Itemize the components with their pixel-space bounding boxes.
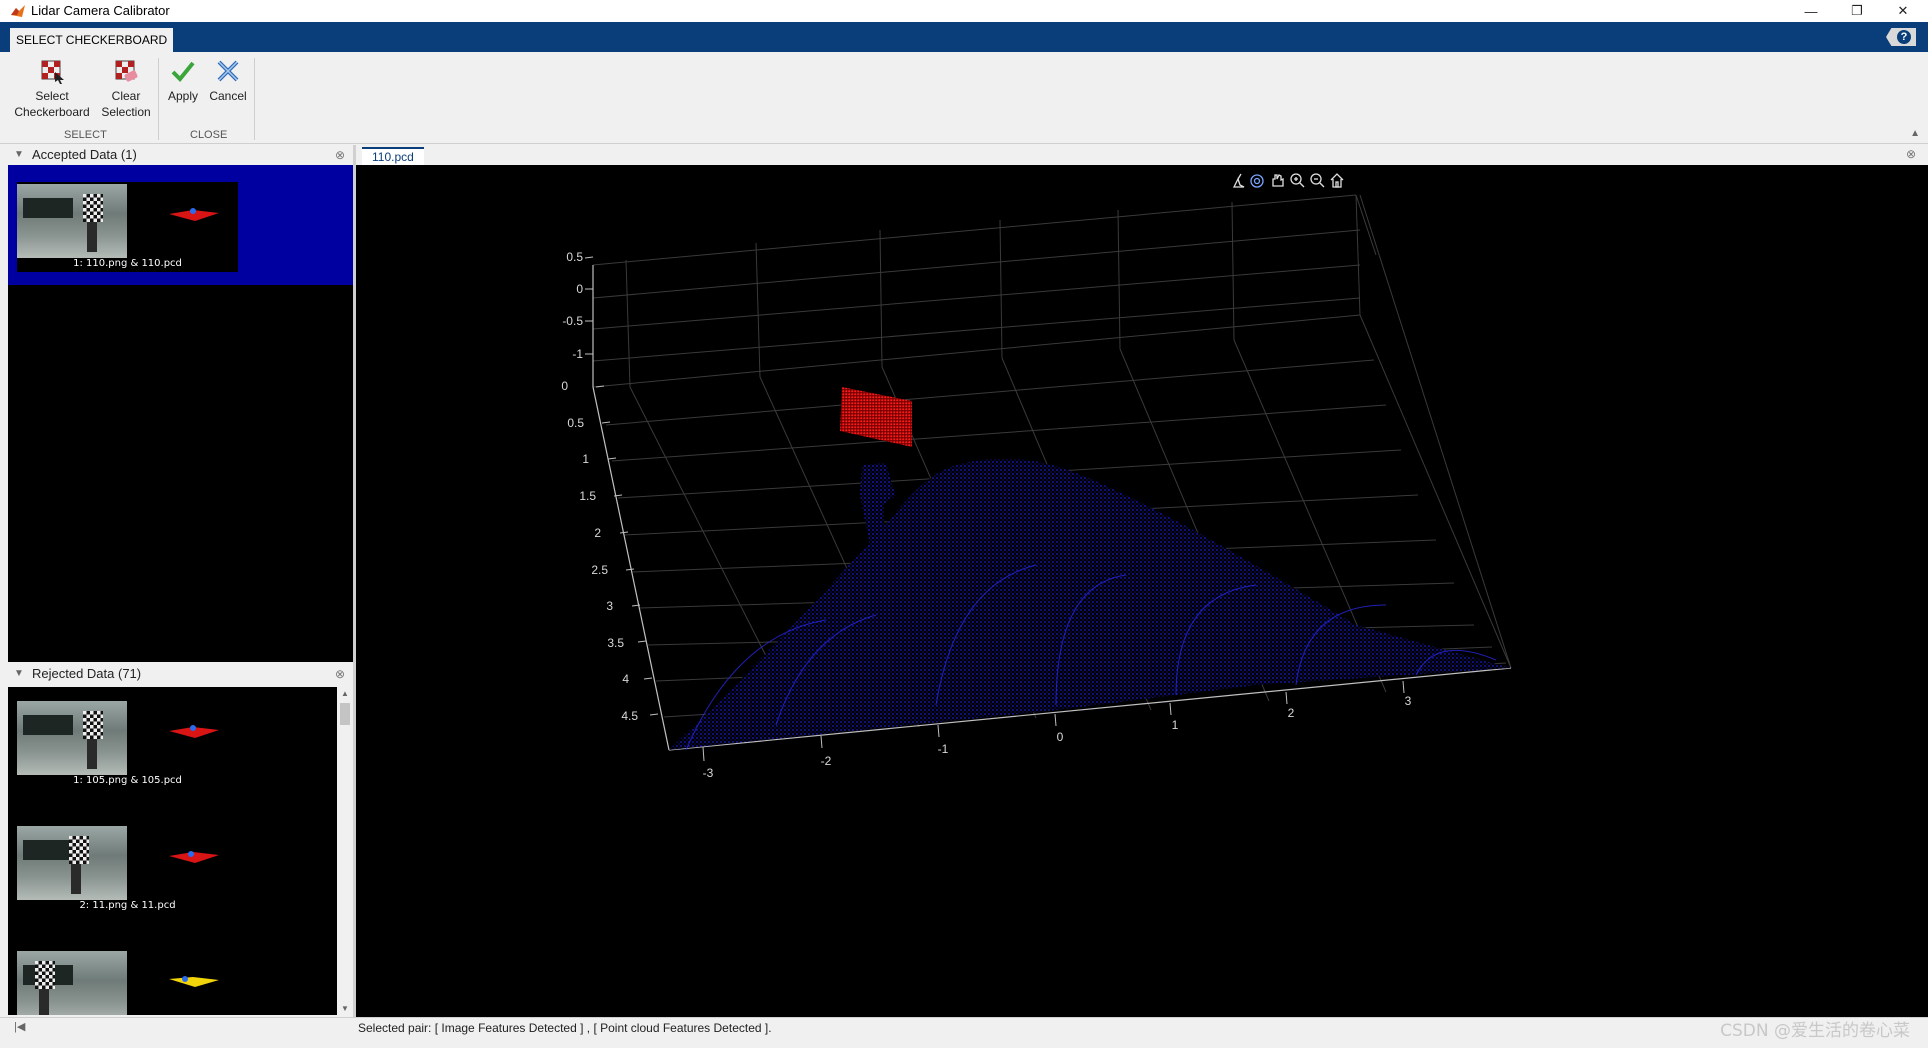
pointcloud-thumbnail [169, 851, 219, 863]
x-tick-label: 1 [1172, 718, 1179, 732]
x-tick-label: 0 [1057, 730, 1064, 744]
clear-selection-icon [115, 60, 138, 82]
camera-image-thumbnail [17, 826, 127, 900]
apply-label: Apply [167, 89, 199, 103]
cancel-label: Cancel [209, 89, 247, 103]
camera-image-thumbnail [17, 701, 127, 775]
toolstrip-separator [254, 58, 255, 140]
minimize-button[interactable]: — [1788, 0, 1834, 22]
z-tick-label: -0.5 [562, 314, 583, 328]
collapse-triangle-icon[interactable]: ▼ [14, 145, 24, 165]
brush-icon[interactable] [1232, 173, 1245, 188]
x-tick-label: -1 [938, 742, 949, 756]
cancel-x-icon [217, 60, 239, 82]
pointcloud-3d-axes[interactable]: 0.5 0 -0.5 -1 0 0.5 1 1.5 2 2.5 3 3.5 4 … [356, 165, 1928, 1017]
close-window-button[interactable]: ✕ [1880, 0, 1926, 22]
accepted-data-header[interactable]: ▼ Accepted Data (1) ⊗ [8, 145, 353, 165]
y-tick-label: 3 [606, 599, 613, 613]
toolstrip-separator [158, 58, 159, 140]
y-tick-label: 2.5 [591, 563, 608, 577]
app-window: Lidar Camera Calibrator — ❐ ✕ SELECT CHE… [0, 0, 1928, 1048]
y-tick-label: 1 [582, 452, 589, 466]
y-tick-label: 0 [561, 379, 568, 393]
collapse-triangle-icon[interactable]: ▼ [14, 664, 24, 684]
rejected-data-list: 1: 105.png & 105.pcd 2: 11.png & 11.pcd [8, 687, 353, 1015]
panel-close-icon[interactable]: ⊗ [335, 664, 345, 684]
collapse-toolstrip-icon[interactable]: ▲ [1910, 128, 1920, 139]
zoom-in-icon[interactable] [1290, 173, 1305, 188]
tab-select-checkerboard[interactable]: SELECT CHECKERBOARD [10, 28, 174, 52]
camera-image-thumbnail [17, 184, 127, 258]
clear-selection-label: Clear Selection [101, 89, 151, 119]
zoom-out-icon[interactable] [1310, 173, 1325, 188]
group-label-select: SELECT [64, 129, 107, 141]
watermark: CSDN @爱生活的卷心菜 [1720, 1021, 1910, 1041]
title-bar: Lidar Camera Calibrator — ❐ ✕ [0, 0, 1928, 22]
clear-selection-button[interactable]: Clear Selection [96, 58, 156, 120]
pointcloud-thumbnail [169, 725, 219, 738]
camera-image-thumbnail [17, 951, 127, 1015]
figure-tab-strip: 110.pcd ⊗ [356, 145, 1928, 165]
rejected-list-scrollbar[interactable]: ▲ ▼ [337, 687, 353, 1015]
y-tick-label: 3.5 [607, 636, 624, 650]
matlab-logo-icon [11, 5, 25, 17]
accepted-item-selected[interactable]: 1: 110.png & 110.pcd [8, 165, 353, 285]
help-icon: ? [1897, 30, 1911, 44]
scrollbar-thumb[interactable] [340, 703, 350, 725]
bottom-strip [0, 1037, 1928, 1048]
pointcloud-figure[interactable]: 0.5 0 -0.5 -1 0 0.5 1 1.5 2 2.5 3 3.5 4 … [356, 165, 1928, 1017]
y-tick-label: 0.5 [567, 416, 584, 430]
y-tick-label: 1.5 [579, 489, 596, 503]
checkerboard-pointcloud [840, 387, 912, 447]
status-message: Selected pair: [ Image Features Detected… [358, 1021, 772, 1035]
pair-label: 1: 105.png & 105.pcd [73, 775, 182, 786]
y-tick-label: 4.5 [621, 709, 638, 723]
select-checkerboard-button[interactable]: Select Checkerboard [12, 58, 92, 120]
restore-button[interactable]: ❐ [1834, 0, 1880, 22]
pan-hand-icon[interactable] [1272, 174, 1284, 187]
x-tick-label: -2 [821, 754, 832, 768]
status-bar-handle-icon: |◀ [14, 1021, 26, 1033]
select-checkerboard-label: Select Checkerboard [14, 89, 90, 119]
rejected-data-title: Rejected Data (71) [32, 666, 142, 681]
ribbon-tab-strip: SELECT CHECKERBOARD ? [0, 22, 1928, 52]
tab-110-pcd[interactable]: 110.pcd [362, 147, 424, 165]
z-tick-labels: 0.5 0 -0.5 -1 [562, 250, 583, 361]
panel-close-icon[interactable]: ⊗ [335, 145, 345, 165]
y-tick-label: 2 [594, 526, 601, 540]
status-bar: |◀ Selected pair: [ Image Features Detec… [0, 1017, 1928, 1037]
cancel-button[interactable]: Cancel [206, 58, 250, 104]
scroll-up-icon[interactable]: ▲ [341, 689, 349, 698]
x-tick-label: 3 [1405, 694, 1412, 708]
pair-label: 1: 110.png & 110.pcd [73, 258, 182, 269]
z-tick-label: 0 [576, 282, 583, 296]
z-tick-label: -1 [572, 347, 583, 361]
axes-toolbar [1232, 173, 1344, 188]
x-tick-label: -3 [703, 766, 714, 780]
accepted-data-title: Accepted Data (1) [32, 147, 137, 162]
help-button[interactable]: ? [1886, 28, 1916, 46]
pointcloud-thumbnail [169, 976, 219, 987]
list-item[interactable]: 1: 105.png & 105.pcd [17, 699, 238, 789]
apply-button[interactable]: Apply [163, 58, 203, 104]
pair-label: 2: 11.png & 11.pcd [79, 900, 176, 911]
list-item[interactable]: 1: 110.png & 110.pcd [17, 182, 238, 272]
window-title: Lidar Camera Calibrator [31, 3, 170, 18]
list-item[interactable]: 2: 11.png & 11.pcd [17, 824, 238, 914]
pointcloud-thumbnail [169, 208, 219, 221]
group-label-close: CLOSE [190, 129, 228, 141]
checkmark-icon [171, 61, 195, 82]
pointcloud-ground [669, 458, 1511, 750]
figure-close-icon[interactable]: ⊗ [1906, 147, 1916, 161]
checkerboard-select-icon [41, 60, 64, 84]
list-item[interactable] [17, 949, 238, 1015]
x-tick-label: 2 [1288, 706, 1295, 720]
rotate-3d-icon[interactable] [1250, 174, 1264, 188]
y-tick-label: 4 [622, 672, 629, 686]
scroll-down-icon[interactable]: ▼ [341, 1004, 349, 1013]
toolstrip: Select Checkerboard Clear Selection Appl… [0, 52, 1928, 144]
z-tick-label: 0.5 [566, 250, 583, 264]
rejected-data-header[interactable]: ▼ Rejected Data (71) ⊗ [8, 664, 353, 684]
home-icon[interactable] [1330, 173, 1344, 188]
